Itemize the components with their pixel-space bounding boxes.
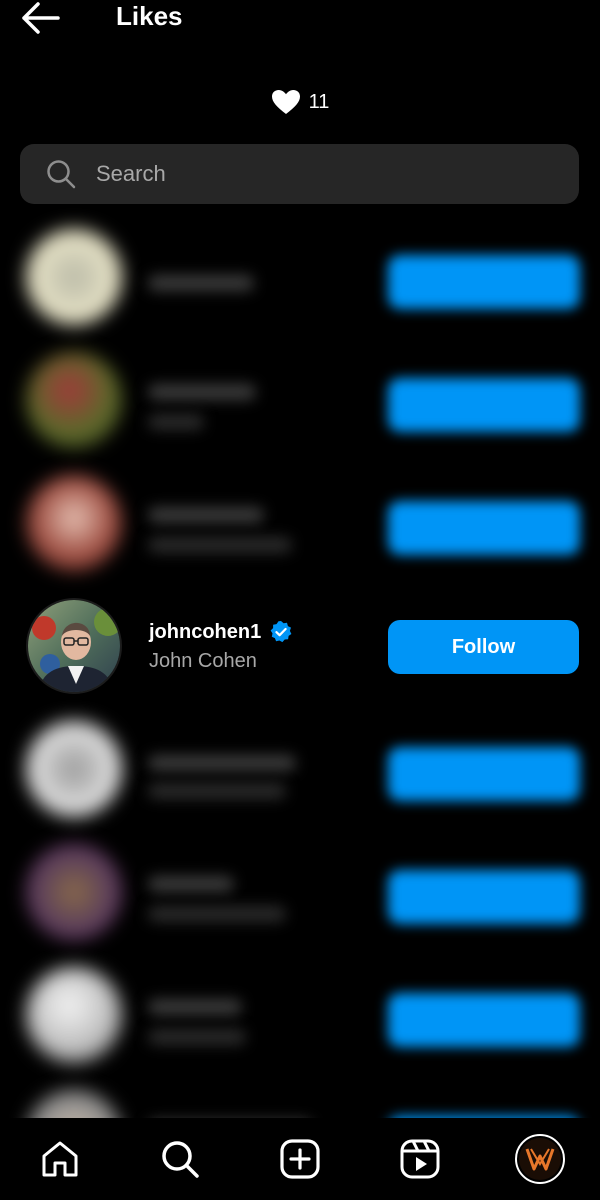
follow-button-blurred[interactable] xyxy=(388,870,580,924)
nav-create[interactable] xyxy=(270,1129,330,1189)
follow-button[interactable]: Follow xyxy=(388,620,579,674)
list-item[interactable] xyxy=(0,215,600,338)
page-title: Likes xyxy=(116,1,183,31)
search-icon xyxy=(162,1141,199,1178)
nav-profile[interactable] xyxy=(510,1129,570,1189)
avatar[interactable] xyxy=(26,598,122,694)
arrow-left-icon xyxy=(22,2,60,34)
search-placeholder: Search xyxy=(96,161,166,186)
search-icon xyxy=(47,160,76,189)
list-item[interactable] xyxy=(0,461,600,584)
follow-button-blurred[interactable] xyxy=(388,747,580,801)
list-item[interactable] xyxy=(0,830,600,953)
follow-button-blurred[interactable] xyxy=(388,501,580,555)
list-item[interactable] xyxy=(0,338,600,461)
follow-button-blurred[interactable] xyxy=(388,378,580,432)
profile-avatar xyxy=(515,1134,565,1184)
home-icon xyxy=(42,1141,78,1177)
likes-count: 11 xyxy=(308,90,330,113)
blurred-fullname xyxy=(148,414,204,430)
nav-home[interactable] xyxy=(30,1129,90,1189)
username-line: johncohen1 xyxy=(149,620,293,644)
create-icon xyxy=(280,1139,320,1179)
avatar[interactable] xyxy=(26,844,122,940)
avatar[interactable] xyxy=(26,721,122,817)
nav-reels[interactable] xyxy=(390,1129,450,1189)
blurred-username xyxy=(148,507,264,523)
likers-list: johncohen1 John Cohen Follow xyxy=(0,215,600,1199)
username[interactable]: johncohen1 xyxy=(149,621,261,644)
nav-search[interactable] xyxy=(150,1129,210,1189)
back-button[interactable] xyxy=(18,0,62,36)
follow-button-blurred[interactable] xyxy=(388,993,580,1047)
blurred-username xyxy=(148,755,296,771)
profile-logo xyxy=(519,1138,561,1180)
avatar[interactable] xyxy=(26,352,122,448)
likes-summary: 11 xyxy=(0,86,600,118)
full-name: John Cohen xyxy=(149,650,257,672)
profile-logo-icon xyxy=(525,1148,555,1171)
blurred-username xyxy=(148,275,254,291)
reels-icon xyxy=(400,1139,440,1179)
avatar[interactable] xyxy=(26,229,122,325)
search-input[interactable]: Search xyxy=(20,144,579,204)
verified-badge-icon xyxy=(270,621,292,643)
blurred-username xyxy=(148,999,242,1015)
list-item-johncohen1[interactable]: johncohen1 John Cohen Follow xyxy=(0,584,600,707)
blurred-fullname xyxy=(148,537,292,553)
list-item[interactable] xyxy=(0,707,600,830)
list-item[interactable] xyxy=(0,953,600,1076)
avatar[interactable] xyxy=(26,967,122,1063)
blurred-fullname xyxy=(148,1029,246,1045)
profile-photo xyxy=(28,600,120,692)
blurred-username xyxy=(148,384,256,400)
blurred-fullname xyxy=(148,783,286,799)
bottom-nav xyxy=(0,1118,600,1200)
follow-button-blurred[interactable] xyxy=(388,255,580,309)
heart-icon xyxy=(271,90,300,114)
blurred-fullname xyxy=(148,906,286,922)
blurred-username xyxy=(148,876,234,892)
avatar[interactable] xyxy=(26,475,122,571)
